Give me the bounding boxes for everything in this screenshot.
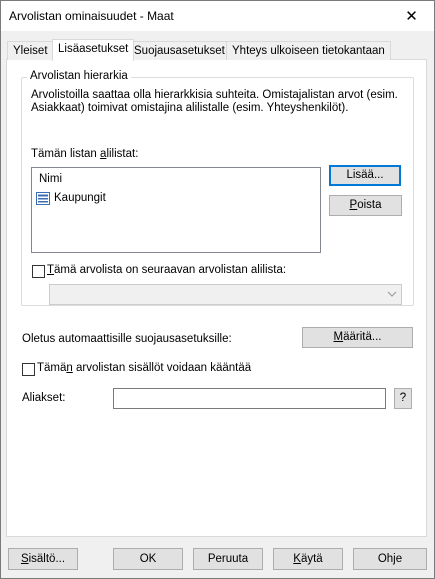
remove-button[interactable]: Poista (329, 195, 402, 216)
list-item[interactable]: Kaupungit (36, 190, 106, 206)
aliases-input[interactable] (113, 388, 386, 409)
description-line-2: Asiakkaat) toimivat omistajina alilistal… (31, 102, 349, 114)
column-header-name: Nimi (39, 173, 62, 185)
add-button[interactable]: Lisää... (329, 165, 401, 186)
tab-suojausasetukset[interactable]: Suojausasetukset (128, 41, 231, 60)
aliases-label: Aliakset: (22, 392, 66, 404)
translatable-checkbox[interactable] (22, 363, 35, 376)
tab-lisaasetukset[interactable]: Lisäasetukset (52, 39, 135, 61)
tab-yleiset[interactable]: Yleiset (7, 41, 54, 60)
close-button[interactable]: ✕ (389, 1, 434, 31)
hierarchy-description: Arvolistoilla saattaa olla hierarkkisia … (31, 89, 411, 115)
help-button[interactable]: Ohje (353, 548, 427, 570)
ok-button[interactable]: OK (113, 548, 183, 570)
is-sublist-checkbox[interactable] (32, 265, 45, 278)
sublists-label: Tämän listan alilistat: (31, 148, 139, 160)
window-title: Arvolistan ominaisuudet - Maat (9, 9, 174, 23)
parent-list-select[interactable] (49, 284, 402, 305)
list-item-label: Kaupungit (54, 192, 106, 204)
tab-yhteys[interactable]: Yhteys ulkoiseen tietokantaan (226, 41, 391, 60)
translatable-label: Tämän arvolistan sisällöt voidaan kääntä… (37, 362, 252, 374)
is-sublist-label: Tämä arvolista on seuraavan arvolistan a… (47, 264, 287, 276)
description-line-1: Arvolistoilla saattaa olla hierarkkisia … (31, 89, 398, 101)
chevron-down-icon (387, 291, 397, 297)
aliases-help-button[interactable]: ? (394, 388, 412, 409)
close-icon: ✕ (405, 8, 418, 25)
cancel-button[interactable]: Peruuta (193, 548, 263, 570)
security-label: Oletus automaattisille suojausasetuksill… (22, 333, 232, 345)
sublists-listbox[interactable]: Nimi Kaupungit (31, 167, 321, 253)
hierarchy-group-title: Arvolistan hierarkia (27, 70, 131, 82)
contents-button[interactable]: Sisältö... (8, 548, 78, 570)
define-security-button[interactable]: Määritä... (302, 327, 413, 348)
title-bar: Arvolistan ominaisuudet - Maat ✕ (1, 1, 434, 31)
apply-button[interactable]: Käytä (273, 548, 343, 570)
value-list-icon (36, 191, 50, 205)
